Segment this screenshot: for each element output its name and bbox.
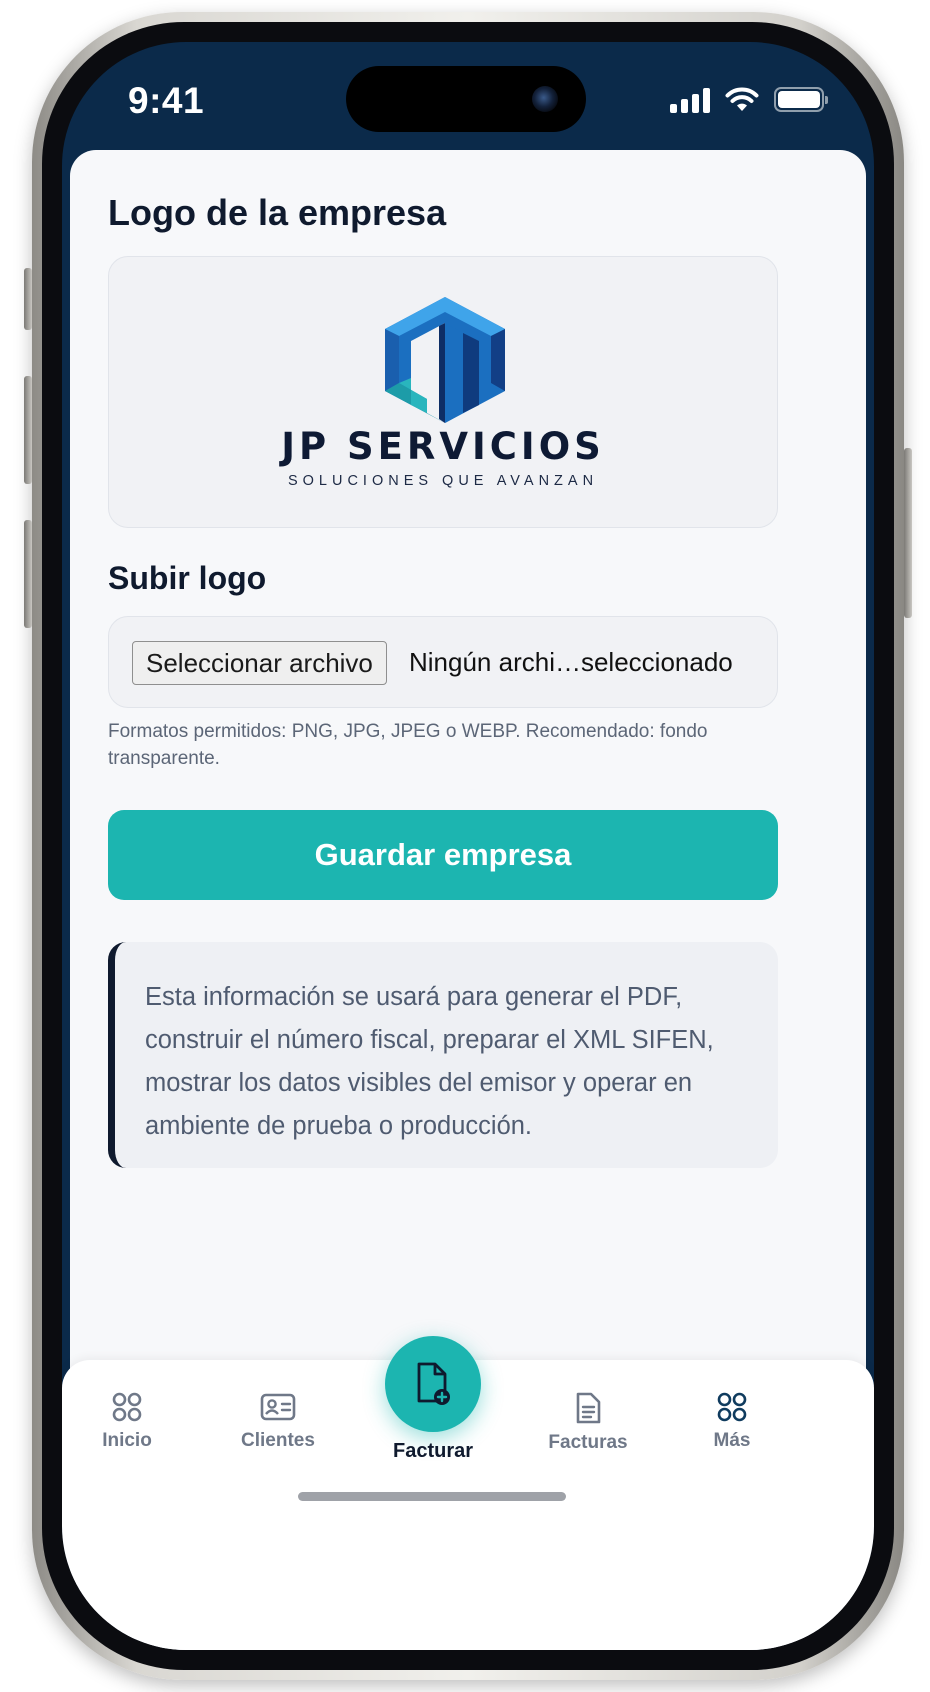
volume-down-button <box>24 520 32 628</box>
logo-section-title: Logo de la empresa <box>108 192 447 233</box>
info-note-text: Esta información se usará para generar e… <box>145 983 714 1140</box>
bottom-tab-bar: Inicio Clientes Facturar Facturas Más <box>62 1336 874 1650</box>
company-logo-icon <box>385 297 505 423</box>
tab-mas-label: Más <box>713 1430 751 1451</box>
save-company-button[interactable]: Guardar empresa <box>108 810 778 900</box>
select-file-button[interactable]: Seleccionar archivo <box>132 641 387 685</box>
action-button <box>24 268 32 330</box>
home-indicator <box>298 1492 566 1501</box>
power-button <box>904 448 912 618</box>
document-add-icon <box>417 1362 450 1405</box>
info-note: Esta información se usará para generar e… <box>108 942 778 1168</box>
tab-facturas[interactable]: Facturas <box>538 1392 638 1454</box>
tab-facturar-label[interactable]: Facturar <box>362 1440 504 1463</box>
wifi-icon <box>725 87 759 111</box>
status-icons <box>670 86 828 113</box>
front-camera-icon <box>532 86 558 112</box>
logo-preview-card: JP SERVICIOS SOLUCIONES QUE AVANZAN <box>108 256 778 528</box>
signal-icon <box>670 87 710 113</box>
screen: 9:41 Logo de la empresa JP SERVICIOS SOL… <box>62 42 874 1650</box>
dynamic-island <box>346 66 586 132</box>
volume-up-button <box>24 376 32 484</box>
file-format-hint: Formatos permitidos: PNG, JPG, JPEG o WE… <box>108 721 708 769</box>
logo-file-input[interactable]: Seleccionar archivo Ningún archi…selecci… <box>108 616 778 708</box>
status-bar: 9:41 <box>62 42 874 162</box>
tab-clientes-label: Clientes <box>241 1430 315 1451</box>
tab-mas[interactable]: Más <box>702 1392 762 1452</box>
id-card-icon <box>260 1393 296 1421</box>
tab-inicio-label: Inicio <box>102 1430 152 1451</box>
tab-clientes[interactable]: Clientes <box>228 1392 328 1452</box>
upload-section-title: Subir logo <box>108 560 267 596</box>
tab-facturas-label: Facturas <box>548 1432 628 1453</box>
battery-icon <box>774 87 828 112</box>
company-brand-name: JP SERVICIOS <box>281 425 605 468</box>
tab-inicio[interactable]: Inicio <box>92 1392 162 1452</box>
file-status-text: Ningún archi…seleccionado <box>409 647 733 677</box>
grid-icon <box>717 1392 747 1422</box>
status-time: 9:41 <box>128 80 205 121</box>
tab-facturar-button[interactable] <box>385 1336 481 1432</box>
battery-level <box>778 91 820 108</box>
receipt-icon <box>576 1392 601 1424</box>
grid-icon <box>112 1392 142 1422</box>
company-tagline: SOLUCIONES QUE AVANZAN <box>287 473 599 489</box>
